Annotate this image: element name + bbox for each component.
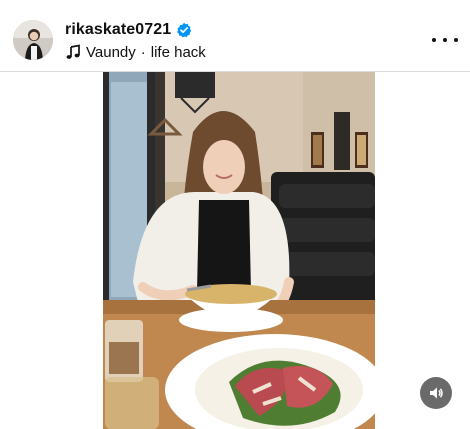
verified-badge-icon	[177, 22, 192, 38]
username-row: rikaskate0721	[65, 20, 192, 40]
more-dot	[454, 38, 458, 42]
avatar[interactable]	[13, 20, 53, 60]
speaker-volume-icon	[430, 387, 443, 399]
more-dot	[432, 38, 436, 42]
audio-track: life hack	[150, 43, 206, 61]
photo-illustration	[103, 72, 375, 429]
post-media[interactable]	[0, 72, 470, 429]
audio-artist: Vaundy	[86, 43, 136, 61]
sound-toggle-button[interactable]	[420, 377, 452, 409]
more-options-icon[interactable]	[432, 30, 458, 50]
username[interactable]: rikaskate0721	[65, 21, 171, 39]
more-dot	[443, 38, 447, 42]
audio-attribution[interactable]: Vaundy · life hack	[65, 42, 206, 62]
audio-separator: ·	[140, 43, 146, 61]
post-header: rikaskate0721 Vaundy · life hack	[0, 0, 470, 72]
music-note-icon	[66, 44, 80, 59]
avatar-image	[13, 20, 53, 60]
post-photo	[103, 72, 375, 429]
